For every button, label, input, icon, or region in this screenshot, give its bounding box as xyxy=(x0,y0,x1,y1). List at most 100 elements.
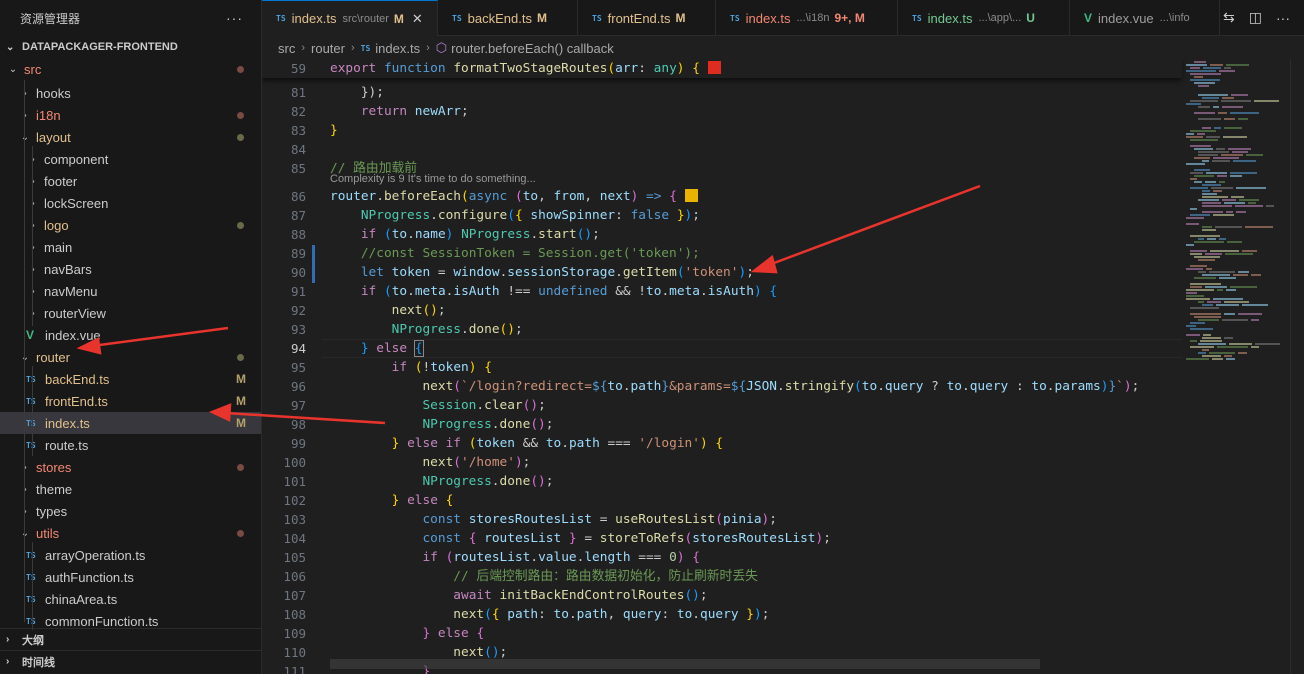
minimap-line xyxy=(1198,118,1221,120)
breadcrumb-item[interactable]: router xyxy=(311,41,345,56)
minimap-line xyxy=(1190,346,1214,348)
minimap-line xyxy=(1190,100,1218,102)
line-number: 102 xyxy=(283,493,306,508)
tree-item-label: hooks xyxy=(36,85,71,101)
minimap-line xyxy=(1251,274,1261,276)
minimap-line xyxy=(1217,175,1227,177)
code-line: if (!token) { xyxy=(391,360,492,375)
outline-section[interactable]: › 大纲 xyxy=(0,628,261,650)
method-symbol-icon: ⬡ xyxy=(435,40,448,55)
minimap-line xyxy=(1190,178,1197,180)
minimap-line xyxy=(1238,271,1249,273)
tree-item-navmenu[interactable]: › navMenu xyxy=(0,280,261,302)
minimap[interactable] xyxy=(1182,59,1290,674)
line-number: 90 xyxy=(290,265,306,280)
tree-item-route-ts[interactable]: TS route.ts xyxy=(0,434,261,456)
minimap-line xyxy=(1202,205,1232,207)
tree-item-stores[interactable]: › stores xyxy=(0,456,261,478)
minimap-line xyxy=(1186,295,1204,297)
tab-backEnd-ts[interactable]: TS backEnd.ts M xyxy=(438,0,578,36)
sticky-scroll-header[interactable]: export function formatTwoStageRoutes(arr… xyxy=(262,59,1182,78)
minimap-line xyxy=(1222,199,1236,201)
horizontal-scrollbar[interactable] xyxy=(330,659,1040,669)
tree-item-src[interactable]: ⌄ src xyxy=(0,58,261,80)
tree-item-types[interactable]: › types xyxy=(0,500,261,522)
tab-frontEnd-ts[interactable]: TS frontEnd.ts M xyxy=(578,0,716,36)
tree-item-footer[interactable]: › footer xyxy=(0,170,261,192)
split-editor-icon[interactable]: ◫ xyxy=(1249,9,1262,26)
tree-item-index-ts[interactable]: TS index.ts M xyxy=(0,412,261,434)
tree-item-layout[interactable]: ⌄ layout xyxy=(0,126,261,148)
tree-item-main[interactable]: › main xyxy=(0,236,261,258)
tree-item-label: logo xyxy=(44,217,69,233)
typescript-file-icon: TS xyxy=(26,616,36,626)
tree-item-theme[interactable]: › theme xyxy=(0,478,261,500)
minimap-line xyxy=(1198,106,1210,108)
breadcrumb-item[interactable]: router.beforeEach() callback xyxy=(451,41,614,56)
minimap-line xyxy=(1194,181,1202,183)
code-line: NProgress.configure({ showSpinner: false… xyxy=(360,208,700,223)
change-indicator xyxy=(312,245,315,283)
tab-index-ts[interactable]: TS index.ts ...\app\... U xyxy=(898,0,1070,36)
chevron-right-icon: › xyxy=(31,219,35,231)
minimap-line xyxy=(1224,127,1242,129)
tab-index-ts[interactable]: TS index.ts src\router M ✕ xyxy=(262,0,438,36)
minimap-line xyxy=(1190,283,1221,285)
tree-item-utils[interactable]: ⌄ utils xyxy=(0,522,261,544)
minimap-line xyxy=(1186,70,1216,72)
minimap-line xyxy=(1235,205,1263,207)
minimap-line xyxy=(1212,358,1223,360)
close-icon[interactable]: ✕ xyxy=(412,11,423,27)
minimap-line xyxy=(1202,349,1209,351)
line-number: 101 xyxy=(283,474,306,489)
chevron-right-icon: › xyxy=(301,42,306,54)
tree-item-router[interactable]: ⌄ router xyxy=(0,346,261,368)
vertical-scrollbar[interactable] xyxy=(1290,59,1304,674)
compare-changes-icon[interactable]: ⇆ xyxy=(1223,9,1235,26)
tree-item-hooks[interactable]: › hooks xyxy=(0,82,261,104)
minimap-line xyxy=(1190,208,1197,210)
tree-item-i18n[interactable]: › i18n xyxy=(0,104,261,126)
project-name: DATAPACKAGER-FRONTEND xyxy=(22,41,178,53)
minimap-line xyxy=(1213,214,1234,216)
tree-item-arrayoperation-ts[interactable]: TS arrayOperation.ts xyxy=(0,544,261,566)
tree-item-component[interactable]: › component xyxy=(0,148,261,170)
minimap-line xyxy=(1224,313,1235,315)
tree-item-index-vue[interactable]: Vindex.vue xyxy=(0,324,261,346)
tree-item-label: authFunction.ts xyxy=(45,569,134,585)
chevron-down-icon: ⌄ xyxy=(6,41,15,53)
line-number: 108 xyxy=(283,607,306,622)
tree-item-logo[interactable]: › logo xyxy=(0,214,261,236)
tree-item-lockscreen[interactable]: › lockScreen xyxy=(0,192,261,214)
tree-item-navbars[interactable]: › navBars xyxy=(0,258,261,280)
more-actions-icon[interactable]: ··· xyxy=(226,10,243,26)
minimap-line xyxy=(1190,130,1216,132)
minimap-line xyxy=(1246,154,1263,156)
tab-index-vue[interactable]: Vindex.vue ...\info xyxy=(1070,0,1220,36)
tree-item-frontend-ts[interactable]: TS frontEnd.ts M xyxy=(0,390,261,412)
minimap-line xyxy=(1202,211,1223,213)
git-status-badge: M xyxy=(236,394,246,408)
tab-label: index.ts xyxy=(291,11,337,26)
minimap-line xyxy=(1194,175,1214,177)
indent-guide xyxy=(32,146,33,326)
minimap-line xyxy=(1242,304,1268,306)
more-actions-icon[interactable]: ··· xyxy=(1276,10,1290,26)
tree-item-routerview[interactable]: › routerView xyxy=(0,302,261,324)
minimap-line xyxy=(1194,169,1210,171)
minimap-line xyxy=(1207,301,1221,303)
code-line: Session.clear(); xyxy=(422,398,546,413)
minimap-line xyxy=(1198,343,1226,345)
tree-item-authfunction-ts[interactable]: TS authFunction.ts xyxy=(0,566,261,588)
code-editor[interactable]: 59 81 82 83 84 85 86 87 88 89 90 91 92 93 94 95 96 97 98 99… xyxy=(262,59,1304,674)
tree-item-backend-ts[interactable]: TS backEnd.ts M xyxy=(0,368,261,390)
tree-item-chinaarea-ts[interactable]: TS chinaArea.ts xyxy=(0,588,261,610)
timeline-section[interactable]: › 时间线 xyxy=(0,650,261,672)
minimap-line xyxy=(1194,256,1220,258)
breadcrumb-item[interactable]: src xyxy=(278,41,295,56)
minimap-line xyxy=(1221,100,1251,102)
project-root[interactable]: ⌄ DATAPACKAGER-FRONTEND xyxy=(0,36,261,58)
tab-index-ts[interactable]: TS index.ts ...\i18n 9+, M xyxy=(716,0,898,36)
explorer-header: 资源管理器 ··· xyxy=(0,0,261,36)
breadcrumb-item[interactable]: index.ts xyxy=(375,41,420,56)
